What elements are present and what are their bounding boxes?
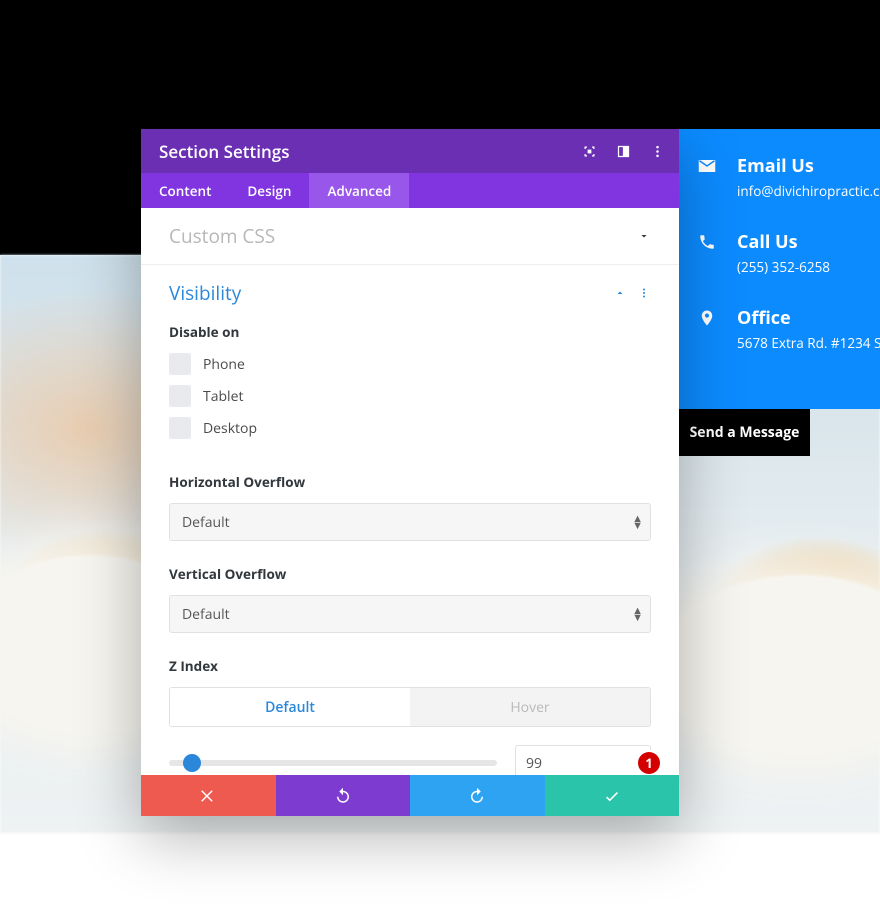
disable-desktop-checkbox[interactable]: [169, 417, 191, 439]
horizontal-overflow-value: Default: [182, 513, 230, 532]
contact-office-title: Office: [737, 306, 880, 330]
zindex-value-input[interactable]: 99 1: [515, 745, 651, 775]
select-stepper-icon: ▲▼: [632, 515, 643, 529]
phone-icon: [697, 233, 717, 253]
horizontal-overflow-select[interactable]: Default ▲▼: [169, 503, 651, 541]
zindex-hover-tab[interactable]: Hover: [410, 688, 650, 726]
modal-header[interactable]: Section Settings: [141, 129, 679, 173]
tab-content[interactable]: Content: [141, 173, 229, 208]
vertical-overflow-value: Default: [182, 605, 230, 624]
zindex-slider[interactable]: [169, 760, 497, 766]
expand-modal-icon[interactable]: [615, 143, 631, 159]
zindex-value: 99: [526, 754, 542, 773]
modal-tabs: Content Design Advanced: [141, 173, 679, 208]
horizontal-overflow-label: Horizontal Overflow: [169, 473, 651, 491]
disable-tablet-label: Tablet: [203, 387, 243, 406]
modal-body: Custom CSS Visibility Di: [141, 208, 679, 775]
cancel-button[interactable]: [141, 775, 276, 816]
contact-call-title: Call Us: [737, 230, 880, 254]
send-message-button[interactable]: Send a Message: [679, 409, 810, 456]
redo-button[interactable]: [410, 775, 545, 816]
modal-title: Section Settings: [159, 140, 581, 163]
chevron-up-icon: [613, 286, 627, 300]
section-custom-css-header[interactable]: Custom CSS: [141, 208, 679, 264]
disable-on-label: Disable on: [169, 323, 651, 341]
section-custom-css-title: Custom CSS: [169, 223, 627, 249]
tab-design[interactable]: Design: [229, 173, 309, 208]
disable-tablet-checkbox[interactable]: [169, 385, 191, 407]
section-visibility-title: Visibility: [169, 280, 603, 306]
disable-phone-checkbox[interactable]: [169, 353, 191, 375]
undo-button[interactable]: [276, 775, 411, 816]
tab-advanced[interactable]: Advanced: [309, 173, 409, 208]
contact-call-item: Call Us (255) 352-6258: [679, 230, 880, 306]
save-button[interactable]: [545, 775, 680, 816]
contact-call-value: (255) 352-6258: [737, 258, 880, 276]
annotation-marker-1: 1: [638, 752, 660, 774]
section-visibility-header[interactable]: Visibility: [141, 265, 679, 321]
modal-menu-icon[interactable]: [649, 143, 665, 159]
check-icon: [603, 787, 621, 805]
undo-icon: [334, 787, 352, 805]
chevron-down-icon: [637, 229, 651, 243]
zindex-default-tab[interactable]: Default: [170, 688, 410, 726]
send-message-label: Send a Message: [690, 423, 800, 442]
contact-office-value: 5678 Extra Rd. #1234 San: [737, 334, 880, 352]
disable-desktop-label: Desktop: [203, 419, 257, 438]
close-icon: [199, 787, 217, 805]
vertical-overflow-select[interactable]: Default ▲▼: [169, 595, 651, 633]
contact-email-title: Email Us: [737, 154, 880, 178]
section-options-icon[interactable]: [637, 286, 651, 300]
contact-panel: Email Us info@divichiropractic.com Call …: [679, 129, 880, 409]
modal-footer: [141, 775, 679, 816]
select-stepper-icon: ▲▼: [632, 607, 643, 621]
zindex-label: Z Index: [169, 657, 651, 675]
location-pin-icon: [697, 309, 717, 329]
redo-icon: [468, 787, 486, 805]
disable-phone-label: Phone: [203, 355, 245, 374]
contact-email-value: info@divichiropractic.com: [737, 182, 880, 200]
section-settings-modal: Section Settings Content Design Advanced: [141, 129, 679, 816]
zindex-slider-thumb[interactable]: [183, 754, 201, 772]
vertical-overflow-label: Vertical Overflow: [169, 565, 651, 583]
contact-email-item: Email Us info@divichiropractic.com: [679, 154, 880, 230]
contact-office-item: Office 5678 Extra Rd. #1234 San: [679, 306, 880, 370]
zindex-state-toggle: Default Hover: [169, 687, 651, 727]
snap-to-modal-icon[interactable]: [581, 143, 597, 159]
email-icon: [697, 157, 717, 177]
